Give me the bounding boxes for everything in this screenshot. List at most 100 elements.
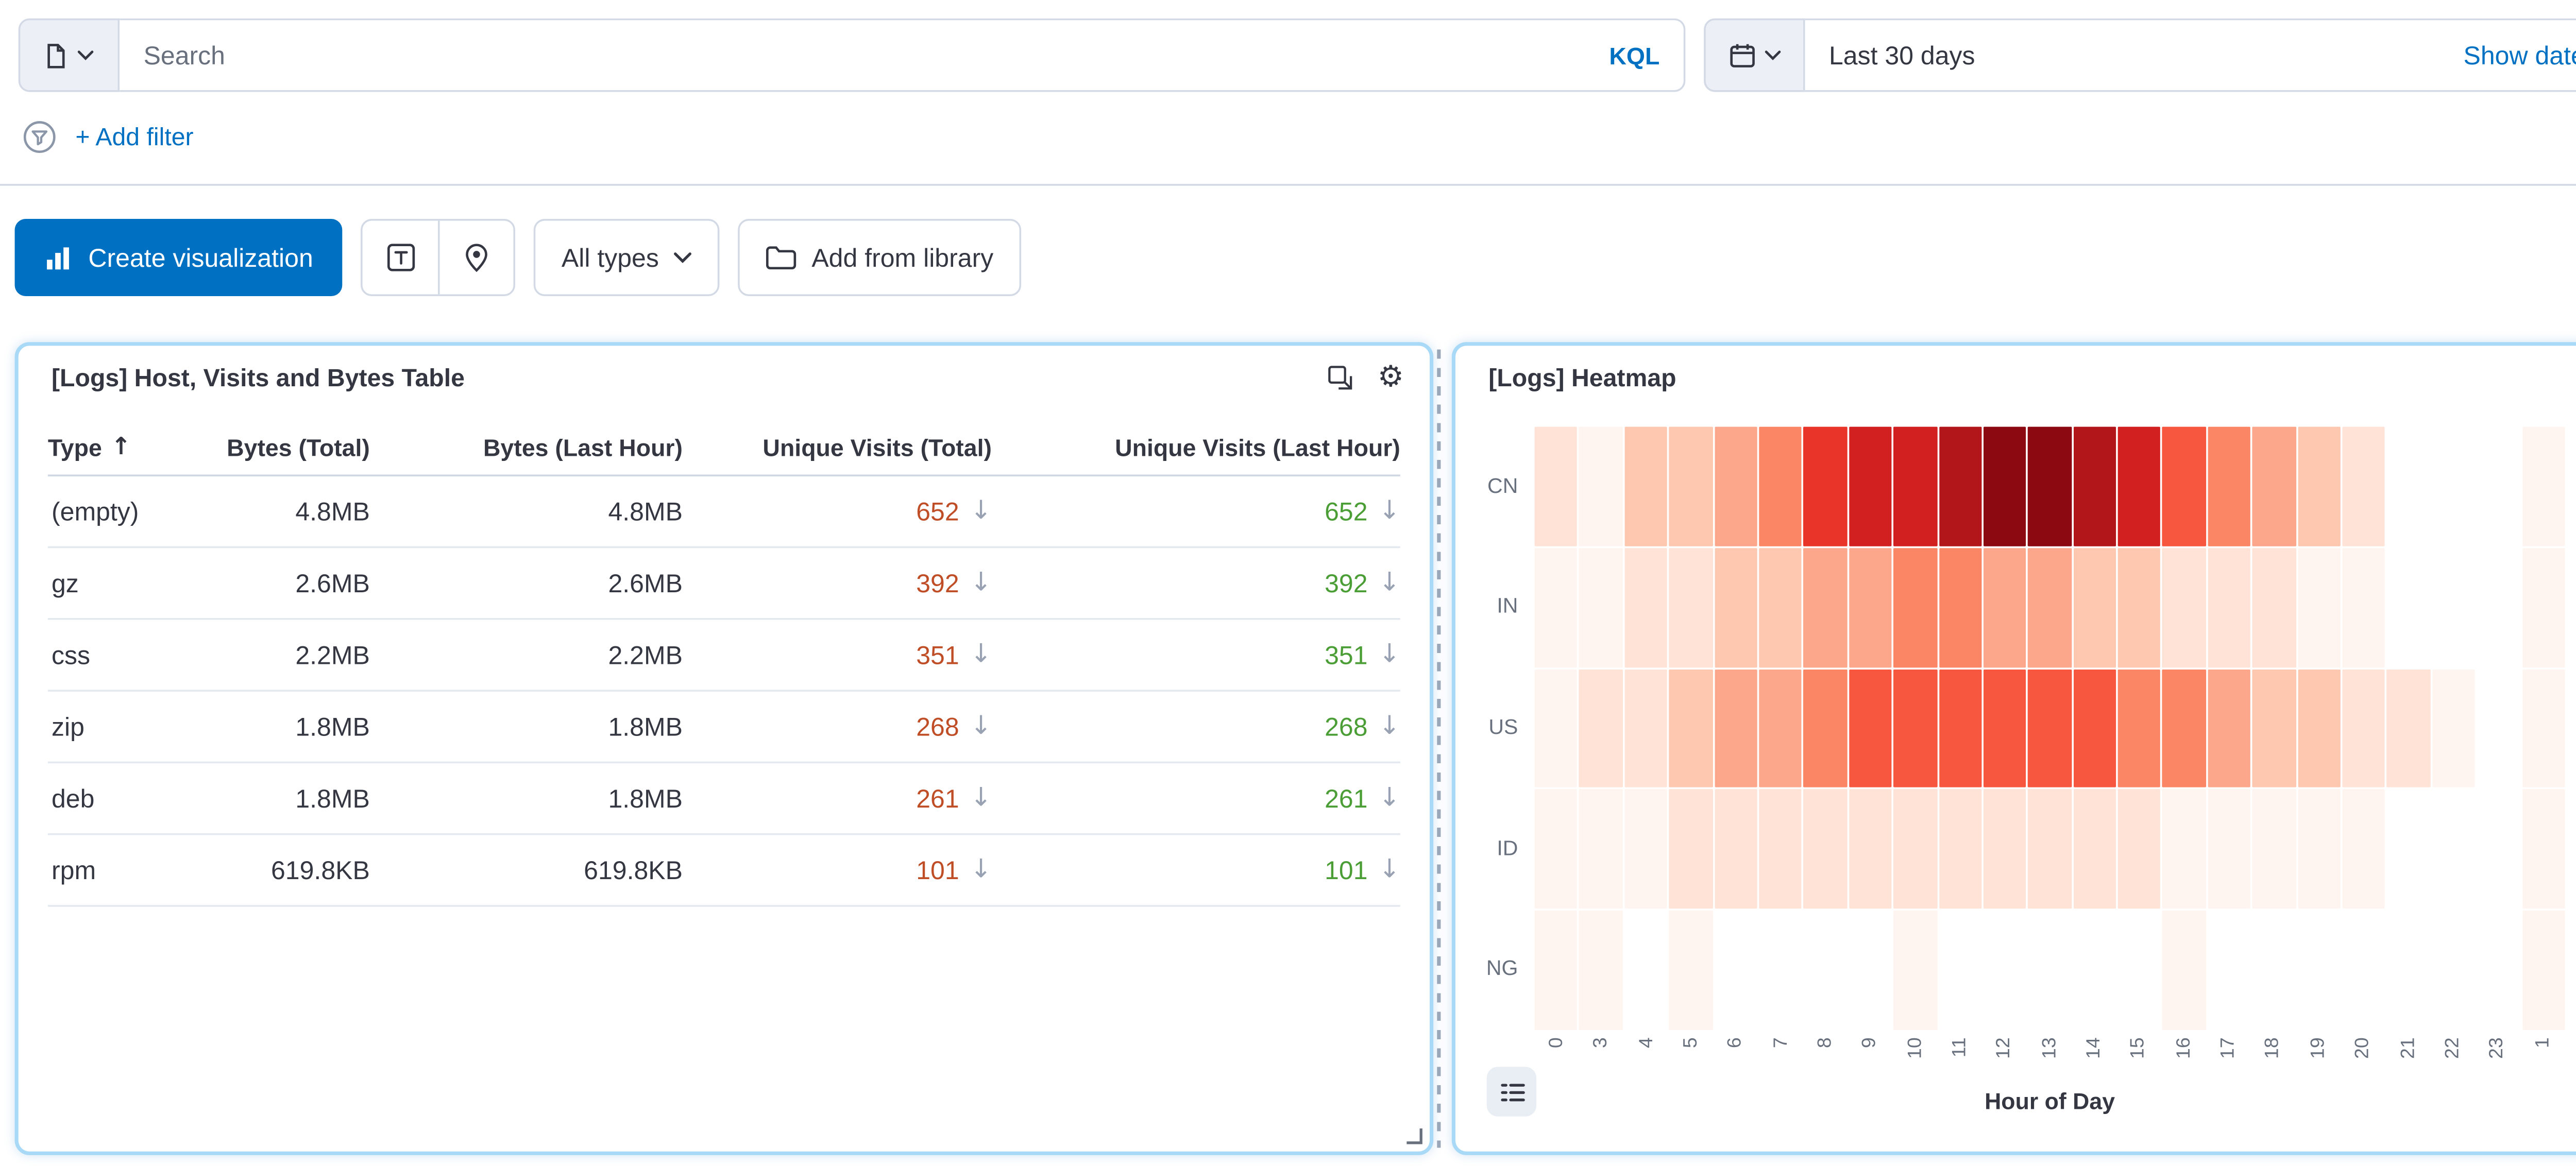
heatmap-cell[interactable] xyxy=(1893,427,1937,546)
heatmap-cell[interactable] xyxy=(2028,669,2072,788)
heatmap-cell[interactable] xyxy=(1624,790,1668,909)
heatmap-cell[interactable] xyxy=(1804,548,1847,667)
heatmap-cell[interactable] xyxy=(1939,427,1982,546)
heatmap-cell[interactable] xyxy=(2252,669,2296,788)
table-row[interactable]: zip1.8MB1.8MB268↓268↓ xyxy=(48,692,1400,763)
heatmap-cell[interactable] xyxy=(1849,427,1892,546)
heatmap-cell[interactable] xyxy=(1849,669,1892,788)
heatmap-cell[interactable] xyxy=(1893,790,1937,909)
copy-panel-icon[interactable] xyxy=(1326,363,1354,391)
heatmap-cell[interactable] xyxy=(2343,790,2386,909)
heatmap-cell[interactable] xyxy=(1893,911,1937,1030)
table-row[interactable]: rpm619.8KB619.8KB101↓101↓ xyxy=(48,835,1400,906)
column-header-bytes-last-hour[interactable]: Bytes (Last Hour) xyxy=(370,433,683,461)
heatmap-cell[interactable] xyxy=(1984,790,2027,909)
heatmap-cell[interactable] xyxy=(1624,669,1668,788)
legend-toggle-button[interactable] xyxy=(1487,1067,1536,1116)
heatmap-cell[interactable] xyxy=(2208,669,2251,788)
heatmap-cell[interactable] xyxy=(1669,790,1713,909)
add-filter-button[interactable]: + Add filter xyxy=(75,123,193,150)
table-row[interactable]: (empty)4.8MB4.8MB652↓652↓ xyxy=(48,476,1400,548)
show-dates-button[interactable]: Show dates xyxy=(2464,41,2576,70)
heatmap-cell[interactable] xyxy=(2432,669,2476,788)
search-input[interactable]: Search KQL xyxy=(120,19,1685,92)
filter-icon[interactable] xyxy=(22,118,57,153)
heatmap-cell[interactable] xyxy=(1714,548,1757,667)
heatmap-cell[interactable] xyxy=(2297,790,2341,909)
heatmap-cell[interactable] xyxy=(1714,790,1757,909)
column-header-bytes-total[interactable]: Bytes (Total) xyxy=(213,433,370,461)
heatmap-cell[interactable] xyxy=(2297,427,2341,546)
heatmap-cell[interactable] xyxy=(1984,669,2027,788)
heatmap-cell[interactable] xyxy=(2028,790,2072,909)
heatmap-cell[interactable] xyxy=(2522,548,2565,667)
heatmap-cell[interactable] xyxy=(1669,427,1713,546)
heatmap-cell[interactable] xyxy=(2163,427,2206,546)
heatmap-cell[interactable] xyxy=(1580,911,1623,1030)
heatmap-cell[interactable] xyxy=(2118,548,2161,667)
heatmap-cell[interactable] xyxy=(1984,548,2027,667)
column-header-visits-total[interactable]: Unique Visits (Total) xyxy=(683,433,992,461)
add-map-button[interactable] xyxy=(438,221,514,295)
heatmap-cell[interactable] xyxy=(2297,669,2341,788)
heatmap-cell[interactable] xyxy=(1669,548,1713,667)
heatmap-cell[interactable] xyxy=(2343,427,2386,546)
heatmap-cell[interactable] xyxy=(1535,548,1578,667)
heatmap-cell[interactable] xyxy=(1893,669,1937,788)
heatmap-cell[interactable] xyxy=(1939,790,1982,909)
heatmap-cell[interactable] xyxy=(2208,790,2251,909)
heatmap-cell[interactable] xyxy=(1624,427,1668,546)
heatmap-cell[interactable] xyxy=(2073,790,2116,909)
add-text-button[interactable] xyxy=(363,221,438,295)
heatmap-cell[interactable] xyxy=(1624,548,1668,667)
heatmap-cell[interactable] xyxy=(2297,548,2341,667)
heatmap-cell[interactable] xyxy=(1759,669,1802,788)
heatmap-cell[interactable] xyxy=(2073,427,2116,546)
heatmap-cell[interactable] xyxy=(1893,548,1937,667)
heatmap-cell[interactable] xyxy=(1580,790,1623,909)
heatmap-cell[interactable] xyxy=(1804,669,1847,788)
heatmap-cell[interactable] xyxy=(2163,669,2206,788)
heatmap-cell[interactable] xyxy=(2118,427,2161,546)
heatmap-cell[interactable] xyxy=(1849,548,1892,667)
heatmap-cell[interactable] xyxy=(2522,669,2565,788)
heatmap-cell[interactable] xyxy=(2163,548,2206,667)
heatmap-cell[interactable] xyxy=(2522,911,2565,1030)
heatmap-cell[interactable] xyxy=(1580,548,1623,667)
heatmap-cell[interactable] xyxy=(1535,427,1578,546)
heatmap-cell[interactable] xyxy=(2343,548,2386,667)
kql-button[interactable]: KQL xyxy=(1609,41,1659,69)
column-header-visits-last-hour[interactable]: Unique Visits (Last Hour) xyxy=(992,433,1400,461)
date-range-input[interactable]: Last 30 days Show dates xyxy=(1805,19,2576,92)
heatmap-cell[interactable] xyxy=(1804,790,1847,909)
heatmap-cell[interactable] xyxy=(1984,427,2027,546)
heatmap-cell[interactable] xyxy=(2252,427,2296,546)
table-row[interactable]: deb1.8MB1.8MB261↓261↓ xyxy=(48,763,1400,835)
heatmap-cell[interactable] xyxy=(1849,790,1892,909)
heatmap-cell[interactable] xyxy=(1535,669,1578,788)
heatmap-cell[interactable] xyxy=(1714,427,1757,546)
date-quick-select-button[interactable] xyxy=(1704,19,1805,92)
table-row[interactable]: gz2.6MB2.6MB392↓392↓ xyxy=(48,548,1400,620)
saved-query-menu-button[interactable] xyxy=(19,19,120,92)
heatmap-cell[interactable] xyxy=(2343,669,2386,788)
heatmap-cell[interactable] xyxy=(1939,548,1982,667)
heatmap-cell[interactable] xyxy=(2387,669,2431,788)
heatmap-cell[interactable] xyxy=(1669,669,1713,788)
panel-divider[interactable] xyxy=(1437,350,1440,1148)
heatmap-cell[interactable] xyxy=(1759,790,1802,909)
column-header-type[interactable]: Type ↑ xyxy=(48,433,213,461)
heatmap-cell[interactable] xyxy=(2028,427,2072,546)
heatmap-cell[interactable] xyxy=(2073,548,2116,667)
heatmap-cell[interactable] xyxy=(1669,911,1713,1030)
heatmap-cell[interactable] xyxy=(1939,669,1982,788)
heatmap-cell[interactable] xyxy=(2522,427,2565,546)
heatmap-cell[interactable] xyxy=(2118,669,2161,788)
heatmap-cell[interactable] xyxy=(1535,790,1578,909)
panel-resize-handle[interactable] xyxy=(1402,1124,1424,1146)
heatmap-cell[interactable] xyxy=(1804,427,1847,546)
panel-options-gear-icon[interactable]: ⚙ xyxy=(1378,363,1404,392)
create-visualization-button[interactable]: Create visualization xyxy=(15,219,343,296)
heatmap-cell[interactable] xyxy=(1759,427,1802,546)
heatmap-cell[interactable] xyxy=(1580,427,1623,546)
